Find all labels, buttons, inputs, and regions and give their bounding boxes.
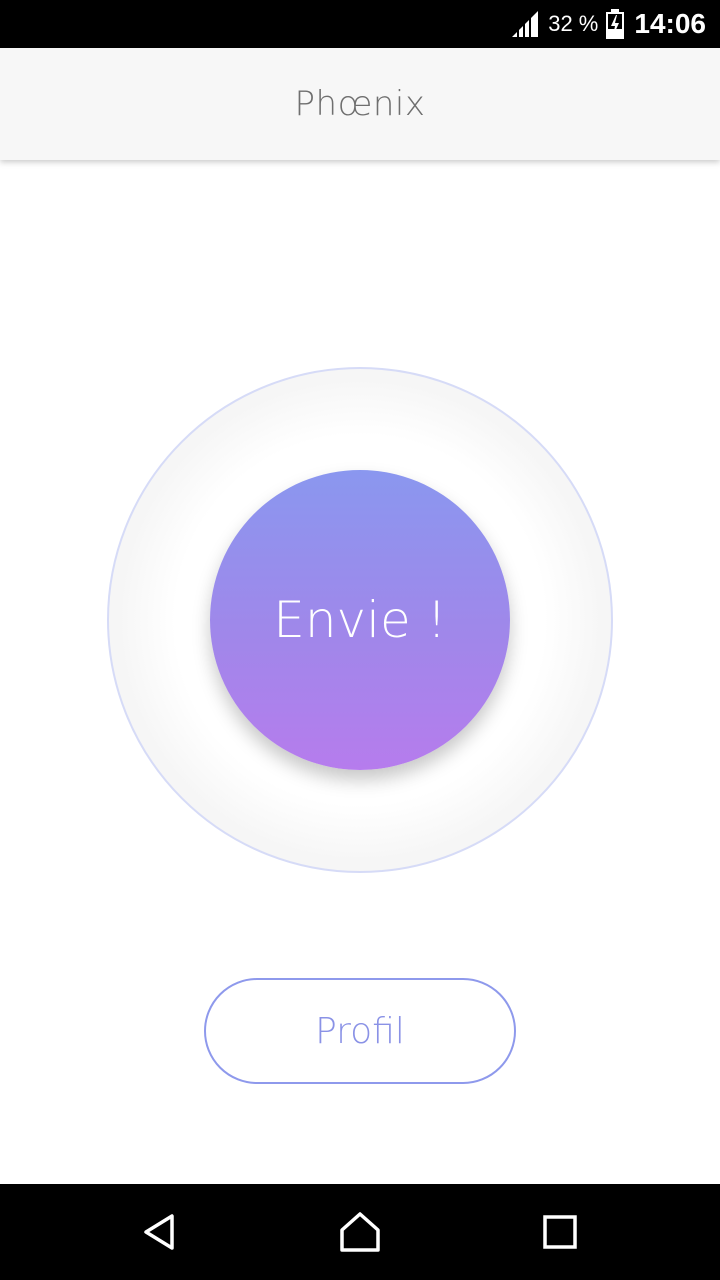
recents-button[interactable] <box>536 1208 584 1256</box>
signal-icon <box>512 11 539 37</box>
profil-button-label: Profil <box>315 1010 405 1052</box>
navigation-bar <box>0 1184 720 1280</box>
status-icons: 32 % 14:06 <box>510 0 706 48</box>
profil-button[interactable]: Profil <box>204 978 516 1084</box>
home-icon <box>340 1212 380 1252</box>
home-button[interactable] <box>336 1208 384 1256</box>
recents-icon <box>543 1215 577 1249</box>
clock: 14:06 <box>634 8 706 39</box>
battery-charging-icon <box>606 9 625 39</box>
app-bar: Phœnix <box>0 48 720 160</box>
envie-button-label: Envie ! <box>273 591 447 649</box>
battery-percent: 32 % <box>548 11 599 36</box>
envie-button[interactable]: Envie ! <box>210 470 510 770</box>
app-title: Phœnix <box>294 84 426 124</box>
status-bar: 32 % 14:06 <box>0 0 720 48</box>
back-button[interactable] <box>136 1208 184 1256</box>
back-icon <box>144 1214 174 1250</box>
